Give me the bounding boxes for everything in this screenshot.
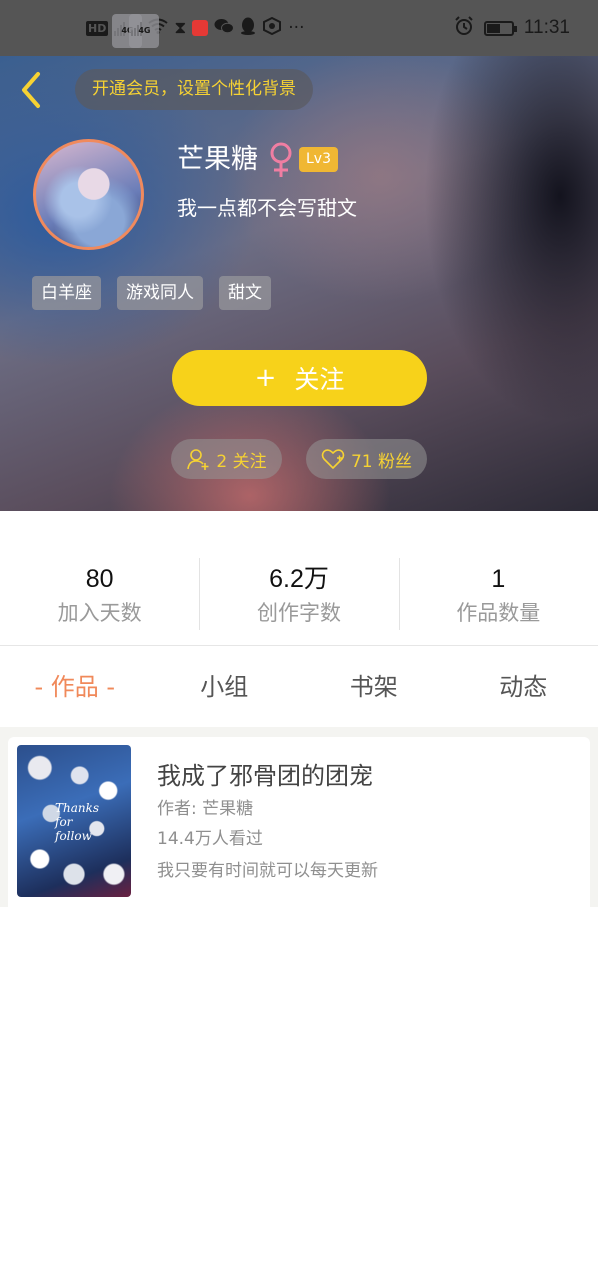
tag-item[interactable]: 游戏同人 bbox=[117, 276, 203, 310]
stat-value: 1 bbox=[491, 565, 506, 593]
tab-groups[interactable]: 小组 bbox=[150, 647, 300, 727]
tab-activity[interactable]: 动态 bbox=[449, 647, 598, 727]
stat-works-count: 1 作品数量 bbox=[398, 540, 598, 645]
plus-icon: + bbox=[254, 363, 277, 393]
fans-button[interactable]: 71 粉丝 bbox=[306, 439, 427, 479]
tag-item[interactable]: 甜文 bbox=[219, 276, 271, 310]
stat-value: 6.2万 bbox=[269, 565, 329, 593]
cover-text: Thanks for follow bbox=[55, 801, 100, 843]
avatar[interactable] bbox=[33, 139, 144, 250]
follow-button-label: 关注 bbox=[294, 365, 345, 394]
shield-icon bbox=[262, 16, 282, 39]
alarm-icon bbox=[454, 16, 474, 40]
fans-count: 71 粉丝 bbox=[350, 451, 413, 472]
following-button[interactable]: 2 关注 bbox=[171, 439, 282, 479]
tab-works[interactable]: - 作品 - bbox=[0, 647, 150, 727]
status-bar-left: HD 4G 4G ⧗ ··· bbox=[86, 0, 305, 56]
list-item[interactable]: Thanks for follow 我成了邪骨团的团宠 作者: 芒果糖 14.4… bbox=[8, 737, 590, 907]
reader-app-icon bbox=[192, 20, 209, 36]
female-icon bbox=[270, 142, 292, 177]
network-type-label-2: 4G bbox=[129, 14, 160, 48]
cell-signal-icon-2: 4G bbox=[129, 14, 160, 48]
cell-signal-icon: 4G bbox=[112, 14, 143, 48]
stat-days-joined: 80 加入天数 bbox=[0, 540, 199, 645]
tag-list: 白羊座 游戏同人 甜文 bbox=[32, 276, 271, 310]
vip-background-prompt[interactable]: 开通会员，设置个性化背景 bbox=[75, 69, 313, 110]
book-author: 作者: 芒果糖 bbox=[157, 799, 254, 819]
clock: 11:31 bbox=[523, 17, 570, 38]
heart-icon bbox=[321, 449, 345, 469]
wechat-icon bbox=[214, 18, 235, 38]
battery-level bbox=[486, 23, 500, 33]
stat-value: 80 bbox=[85, 565, 114, 593]
stat-label: 作品数量 bbox=[456, 601, 541, 625]
profile-tabs: - 作品 - 小组 书架 动态 bbox=[0, 647, 598, 727]
book-views: 14.4万人看过 bbox=[157, 829, 263, 849]
chevron-left-icon bbox=[22, 72, 40, 108]
battery-icon bbox=[483, 20, 517, 36]
book-title: 我成了邪骨团的团宠 bbox=[157, 762, 373, 790]
stats-row: 80 加入天数 6.2万 创作字数 1 作品数量 bbox=[0, 540, 598, 646]
stat-words-written: 6.2万 创作字数 bbox=[199, 540, 398, 645]
stat-label: 加入天数 bbox=[57, 601, 142, 625]
tag-item[interactable]: 白羊座 bbox=[32, 276, 101, 310]
username: 芒果糖 bbox=[177, 144, 258, 175]
status-bar: HD 4G 4G ⧗ ··· 11:31 bbox=[0, 0, 598, 56]
back-button[interactable] bbox=[16, 70, 48, 110]
user-bio: 我一点都不会写甜文 bbox=[177, 196, 357, 220]
following-count: 2 关注 bbox=[216, 451, 267, 472]
profile-header: 开通会员，设置个性化背景 芒果糖 Lv3 我一点都不会写甜文 白羊座 游戏同人 … bbox=[0, 56, 598, 511]
book-cover: Thanks for follow bbox=[17, 745, 131, 897]
follow-button[interactable]: + 关注 bbox=[172, 350, 427, 406]
status-bar-right: 11:31 bbox=[454, 0, 570, 56]
qq-icon bbox=[240, 17, 256, 39]
hourglass-icon: ⧗ bbox=[174, 17, 187, 38]
tab-bookshelf[interactable]: 书架 bbox=[299, 647, 449, 727]
add-user-icon bbox=[187, 449, 209, 470]
stat-label: 创作字数 bbox=[256, 601, 341, 625]
hd-icon: HD bbox=[86, 20, 109, 36]
level-badge: Lv3 bbox=[299, 147, 338, 172]
works-list: Thanks for follow 我成了邪骨团的团宠 作者: 芒果糖 14.4… bbox=[0, 727, 598, 907]
more-notifications-icon: ··· bbox=[288, 17, 305, 38]
book-description: 我只要有时间就可以每天更新 bbox=[157, 861, 378, 881]
